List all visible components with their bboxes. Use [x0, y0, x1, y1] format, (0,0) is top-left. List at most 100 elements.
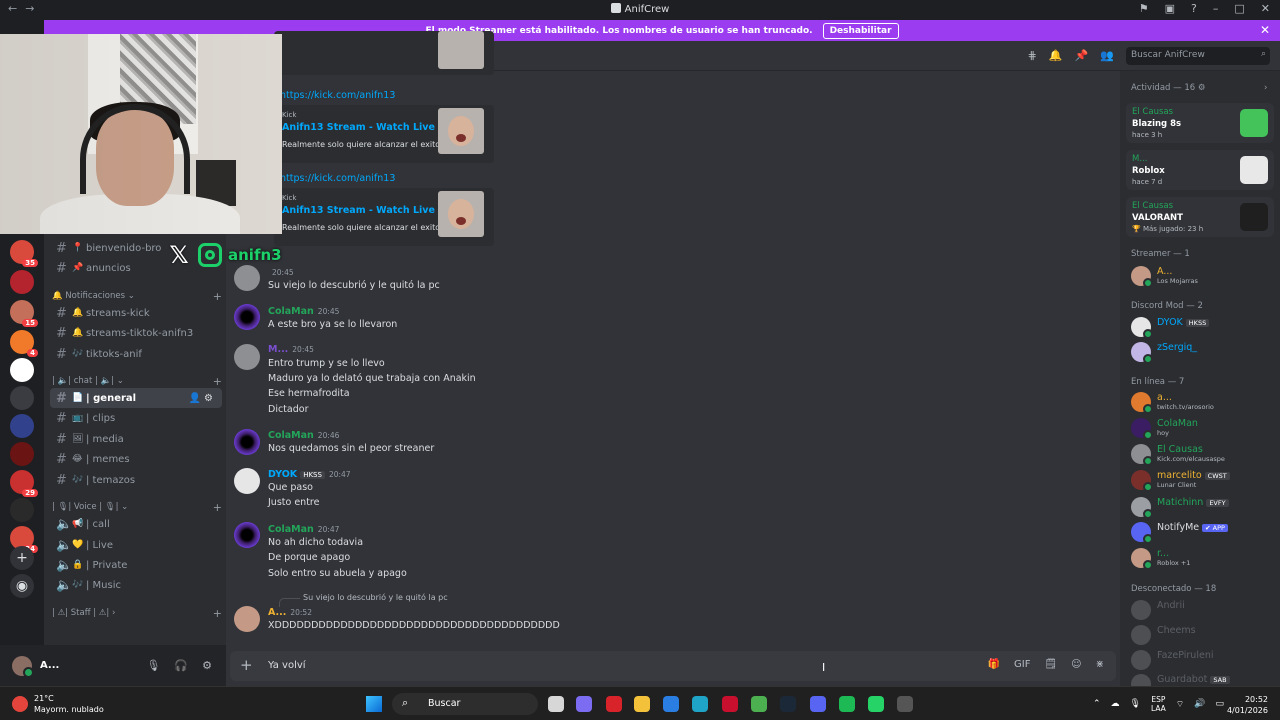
activity-card[interactable]: El Causas VALORANT 🏆 Más jugado: 23 h — [1126, 197, 1274, 237]
discover-icon[interactable]: ◉ — [10, 574, 34, 598]
voice-channel-live[interactable]: 🔈 💛 | Live — [50, 535, 222, 555]
channel-tiktoks-anif[interactable]: # 🎶 tiktoks-anif — [50, 344, 222, 364]
inbox-icon[interactable]: ⚑ — [1139, 2, 1149, 15]
server-icon[interactable] — [10, 358, 34, 382]
member-item[interactable]: r... Roblox +1 — [1131, 547, 1275, 570]
add-channel-icon[interactable]: + — [213, 375, 222, 388]
member-item[interactable]: DYOK HKSS — [1131, 316, 1275, 339]
add-channel-icon[interactable]: + — [213, 501, 222, 514]
maximize-button[interactable]: □ — [1234, 2, 1244, 15]
category-chat[interactable]: | 🔈| chat | 🔈| ⌄ + — [52, 374, 222, 388]
member-item[interactable]: Andrii — [1131, 599, 1275, 621]
discord-icon[interactable] — [810, 696, 826, 712]
member-item[interactable]: El Causas Kick.com/elcausaspe — [1131, 443, 1275, 466]
avatar[interactable] — [234, 606, 260, 632]
headphones-icon[interactable]: 🎧 — [174, 659, 188, 672]
chrome-icon[interactable] — [751, 696, 767, 712]
avatar[interactable] — [234, 344, 260, 370]
category-voice[interactable]: | 🎙| Voice | 🎙| ⌄ + — [52, 500, 222, 514]
pin-icon[interactable]: 📌 — [1075, 49, 1089, 62]
category-notificaciones[interactable]: 🔔 Notificaciones ⌄ + — [52, 289, 222, 303]
task-view-icon[interactable] — [548, 696, 564, 712]
apps-icon[interactable]: ⋇ — [1096, 659, 1104, 670]
store-icon[interactable] — [663, 696, 679, 712]
banner-close-icon[interactable]: ✕ — [1260, 23, 1270, 37]
channel-temazos[interactable]: # 🎶 | temazos — [50, 470, 222, 490]
monitor-icon[interactable]: ▣ — [1165, 2, 1175, 15]
member-item[interactable]: ColaMan hoy — [1131, 417, 1275, 440]
threads-icon[interactable]: ⋕ — [1028, 49, 1037, 62]
member-item[interactable]: FazePiruleni — [1131, 649, 1275, 671]
voice-channel-private[interactable]: 🔈 🔒 | Private — [50, 555, 222, 575]
avatar[interactable] — [234, 429, 260, 455]
chevron-right-icon[interactable]: › — [1264, 83, 1267, 93]
member-item[interactable]: A... Los Mojarras — [1131, 265, 1275, 288]
file-explorer-icon[interactable] — [634, 696, 650, 712]
avatar[interactable] — [234, 522, 260, 548]
chevron-up-icon[interactable]: ⌃ — [1093, 699, 1101, 709]
attach-plus-icon[interactable]: + — [240, 656, 253, 674]
message-input[interactable]: + Ya volví 🎁 GIF 🗒 ☺ ⋇ — [230, 651, 1116, 681]
member-item[interactable]: a... twitch.tv/arosorio — [1131, 391, 1275, 414]
weather-widget[interactable]: 21°C Mayorm. nublado — [12, 693, 104, 715]
cloud-icon[interactable]: ☁ — [1111, 699, 1120, 709]
embed-thumbnail[interactable] — [438, 191, 484, 237]
spotify-icon[interactable] — [839, 696, 855, 712]
whatsapp-icon[interactable] — [868, 696, 884, 712]
edge-icon[interactable] — [692, 696, 708, 712]
search-input[interactable]: Buscar AnifCrew ⌕ — [1126, 47, 1270, 65]
member-item[interactable]: Matichinn EVFY — [1131, 496, 1275, 519]
member-item[interactable]: NotifyMe ✔ APP — [1131, 521, 1275, 544]
channel-clips[interactable]: # 📺 | clips — [50, 408, 222, 428]
activity-card[interactable]: M... Roblox hace 7 d — [1126, 150, 1274, 190]
channel-general[interactable]: # 📄 | general 👤⚙ — [50, 388, 222, 408]
emoji-icon[interactable]: ☺ — [1071, 659, 1081, 670]
member-item[interactable]: Cheems — [1131, 624, 1275, 646]
server-icon[interactable]: 35 — [10, 240, 38, 267]
voice-channel-call[interactable]: 🔈 📢 | call — [50, 514, 222, 534]
server-icon[interactable] — [10, 414, 34, 438]
server-icon[interactable]: 15 — [10, 300, 38, 327]
notification-bell-icon[interactable]: 🔔 — [1049, 49, 1063, 62]
add-channel-icon[interactable]: + — [213, 290, 222, 303]
avatar[interactable] — [234, 304, 260, 330]
server-icon[interactable] — [10, 442, 34, 466]
system-tray[interactable]: ⌃ ☁ 🎙 ESP LAA ⌔ 🔊 ▭ — [1093, 695, 1224, 713]
app-icon[interactable] — [722, 696, 738, 712]
mic-icon[interactable]: 🎙 — [1130, 699, 1141, 709]
member-item[interactable]: zSergiq_ — [1131, 341, 1275, 364]
member-list-icon[interactable]: 👥 — [1100, 49, 1114, 62]
battery-icon[interactable]: ▭ — [1215, 699, 1224, 709]
close-window-button[interactable]: ✕ — [1261, 2, 1270, 15]
clock[interactable]: 20:52 4/01/2026 — [1227, 694, 1268, 716]
settings-icon[interactable]: ⚙ — [202, 659, 212, 672]
message-draft[interactable]: Ya volví — [268, 660, 306, 671]
channel-streams-tiktok[interactable]: # 🔔 streams-tiktok-anifn3 — [50, 323, 222, 343]
language-indicator[interactable]: ESP LAA — [1151, 695, 1166, 713]
app-icon[interactable] — [897, 696, 913, 712]
embed-thumbnail[interactable] — [438, 108, 484, 154]
channel-media[interactable]: # 🖼 | media — [50, 429, 222, 449]
category-staff[interactable]: | ⚠| Staff | ⚠| › + — [52, 606, 222, 620]
channel-memes[interactable]: # 😂 | memes — [50, 449, 222, 469]
add-channel-icon[interactable]: + — [213, 607, 222, 620]
minimize-button[interactable]: – — [1213, 2, 1219, 15]
server-icon[interactable] — [10, 386, 34, 410]
username[interactable]: A... — [40, 660, 59, 671]
invite-settings-icons[interactable]: 👤⚙ — [189, 393, 216, 404]
message-link[interactable]: https://kick.com/anifn13 — [280, 90, 395, 101]
disable-streamer-button[interactable]: Deshabilitar — [822, 22, 899, 39]
add-server-icon[interactable]: + — [10, 546, 34, 570]
microphone-icon[interactable]: 🎙 — [146, 659, 160, 672]
server-icon[interactable]: 29 — [10, 470, 38, 497]
taskbar-search[interactable]: ⌕ Buscar — [392, 693, 538, 715]
reply-preview[interactable]: Su viejo lo descubrió y le quitó la pc — [279, 593, 448, 607]
sticker-icon[interactable]: 🗒 — [1044, 659, 1057, 670]
activity-header[interactable]: Actividad — 16 ⚙ — [1131, 83, 1205, 93]
server-icon[interactable]: 4 — [10, 330, 38, 357]
avatar[interactable] — [234, 468, 260, 494]
voice-channel-music[interactable]: 🔈 🎶 | Music — [50, 575, 222, 595]
member-item[interactable]: Guardabot SAB — [1131, 673, 1275, 686]
message-link[interactable]: https://kick.com/anifn13 — [280, 173, 395, 184]
channel-streams-kick[interactable]: # 🔔 streams-kick — [50, 303, 222, 323]
